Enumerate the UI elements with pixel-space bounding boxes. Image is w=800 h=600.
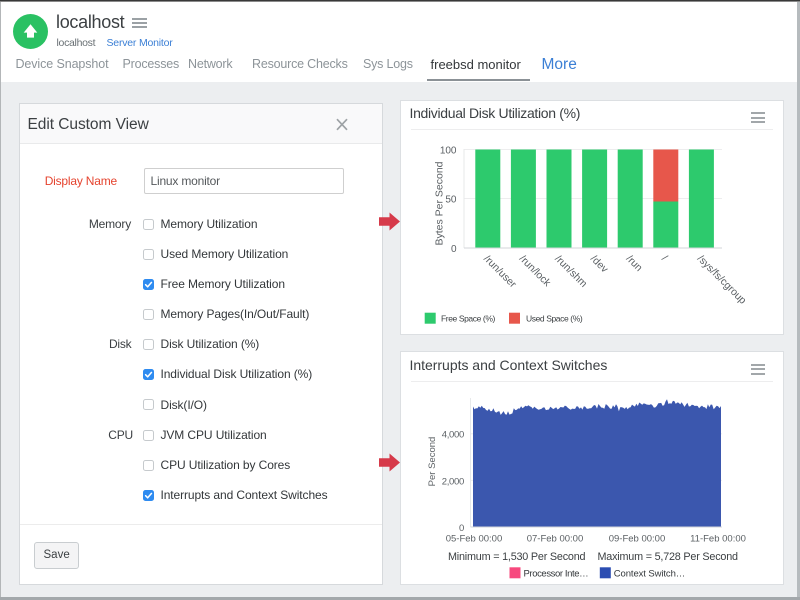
svg-text:/run/shm: /run/shm bbox=[552, 254, 588, 290]
svg-text:/run/lock: /run/lock bbox=[517, 254, 553, 290]
svg-text:/sys/fs/cgroup: /sys/fs/cgroup bbox=[695, 254, 748, 307]
svg-text:/dev: /dev bbox=[588, 254, 610, 276]
svg-text:4,000: 4,000 bbox=[442, 430, 464, 441]
svg-text:07-Feb 00:00: 07-Feb 00:00 bbox=[527, 533, 584, 544]
svg-text:Bytes Per Second: Bytes Per Second bbox=[434, 161, 446, 245]
svg-text:0: 0 bbox=[459, 523, 464, 534]
svg-text:Free Space (%): Free Space (%) bbox=[441, 314, 495, 324]
svg-text:0: 0 bbox=[451, 244, 457, 255]
svg-text:/run: /run bbox=[624, 254, 645, 275]
svg-text:Minimum = 1,530 Per Second: Minimum = 1,530 Per Second bbox=[448, 551, 586, 563]
svg-text:/run/user: /run/user bbox=[481, 254, 518, 291]
svg-text:05-Feb 00:00: 05-Feb 00:00 bbox=[446, 533, 503, 544]
svg-text:100: 100 bbox=[440, 146, 457, 157]
svg-text:Processor Inte…: Processor Inte… bbox=[524, 568, 589, 579]
svg-text:11-Feb 00:00: 11-Feb 00:00 bbox=[690, 533, 746, 544]
svg-text:2,000: 2,000 bbox=[442, 476, 464, 487]
svg-text:Maximum = 5,728 Per Second: Maximum = 5,728 Per Second bbox=[598, 551, 739, 563]
svg-text:/: / bbox=[659, 254, 669, 264]
svg-text:50: 50 bbox=[445, 195, 457, 206]
svg-text:Context Switch…: Context Switch… bbox=[614, 568, 685, 579]
svg-text:Used Space (%): Used Space (%) bbox=[526, 314, 583, 324]
svg-text:09-Feb 00:00: 09-Feb 00:00 bbox=[609, 533, 666, 544]
svg-text:Per Second: Per Second bbox=[427, 437, 438, 487]
